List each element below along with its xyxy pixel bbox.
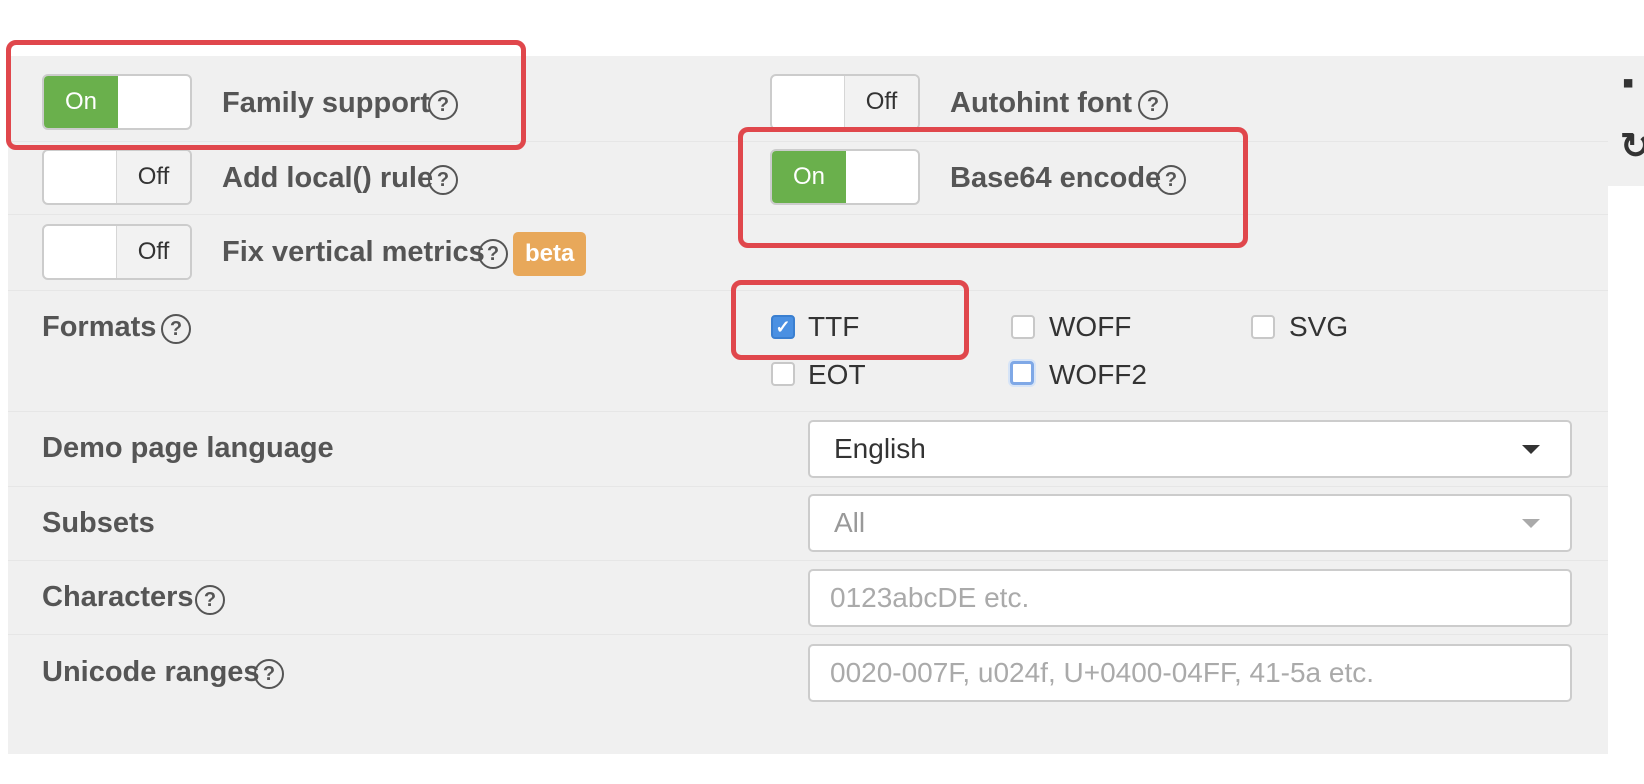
eot-checkbox[interactable] [771, 362, 795, 386]
unicode-ranges-label: Unicode ranges [42, 656, 260, 688]
help-icon[interactable]: ? [428, 90, 458, 120]
woff-label: WOFF [1049, 311, 1132, 342]
woff2-checkbox[interactable] [1010, 361, 1034, 385]
ttf-label: TTF [808, 311, 860, 342]
svg-label: SVG [1289, 311, 1349, 342]
formats-label: Formats [42, 311, 157, 343]
help-icon[interactable]: ? [195, 585, 225, 615]
toggle-on-label: On [772, 151, 846, 203]
toggle-off-label: Off [844, 76, 918, 128]
toggle-on-label: On [44, 76, 118, 128]
refresh-icon[interactable]: ↻ [1620, 128, 1644, 164]
row-divider [8, 214, 1608, 215]
help-icon[interactable]: ? [428, 165, 458, 195]
toggle-off-label: Off [116, 151, 190, 203]
subsets-select[interactable]: All [808, 494, 1572, 552]
svg-checkbox[interactable] [1251, 315, 1275, 339]
row-divider [8, 290, 1608, 291]
demo-language-value: English [834, 433, 926, 464]
help-icon[interactable]: ? [478, 239, 508, 269]
autohint-font-toggle[interactable]: Off [770, 74, 920, 130]
row-divider [8, 634, 1608, 635]
demo-language-label: Demo page language [42, 432, 334, 464]
woff2-label: WOFF2 [1049, 359, 1147, 390]
woff-checkbox[interactable] [1011, 315, 1035, 339]
base64-encode-toggle[interactable]: On [770, 149, 920, 205]
characters-label: Characters [42, 581, 194, 613]
chevron-down-icon [1522, 519, 1540, 528]
fix-vertical-metrics-label: Fix vertical metrics [222, 236, 485, 268]
row-divider [8, 411, 1608, 412]
row-divider [8, 141, 1608, 142]
fix-vertical-metrics-toggle[interactable]: Off [42, 224, 192, 280]
base64-encode-label: Base64 encode [950, 162, 1162, 194]
add-local-rule-toggle[interactable]: Off [42, 149, 192, 205]
beta-badge: beta [513, 232, 587, 276]
help-icon[interactable]: ? [161, 314, 191, 344]
help-icon[interactable]: ? [1156, 165, 1186, 195]
add-local-rule-label: Add local() rule [222, 162, 434, 194]
eot-label: EOT [808, 359, 866, 390]
save-icon[interactable]: ▪ [1622, 66, 1634, 100]
toggle-off-label: Off [116, 226, 190, 278]
ttf-checkbox[interactable]: ✓ [771, 315, 795, 339]
chevron-down-icon [1522, 445, 1540, 454]
row-divider [8, 486, 1608, 487]
characters-input[interactable]: 0123abcDE etc. [808, 569, 1572, 627]
family-support-label: Family support [222, 87, 430, 119]
unicode-ranges-input[interactable]: 0020-007F, u024f, U+0400-04FF, 41-5a etc… [808, 644, 1572, 702]
help-icon[interactable]: ? [1138, 90, 1168, 120]
help-icon[interactable]: ? [254, 659, 284, 689]
autohint-font-label: Autohint font [950, 87, 1132, 119]
unicode-ranges-placeholder: 0020-007F, u024f, U+0400-04FF, 41-5a etc… [830, 657, 1375, 688]
subsets-label: Subsets [42, 507, 155, 539]
family-support-toggle[interactable]: On [42, 74, 192, 130]
subsets-value: All [834, 507, 866, 538]
characters-placeholder: 0123abcDE etc. [830, 582, 1030, 613]
demo-language-select[interactable]: English [808, 420, 1572, 478]
row-divider [8, 560, 1608, 561]
